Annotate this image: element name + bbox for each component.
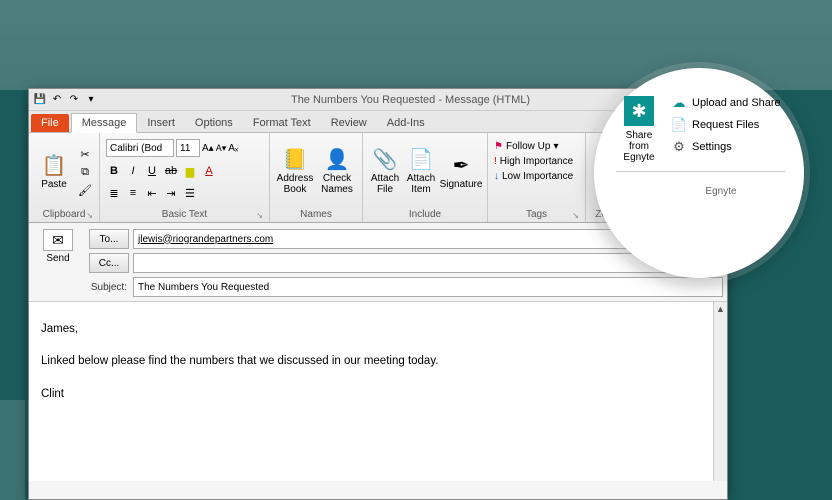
strike-icon[interactable]: ab [163,163,179,179]
gear-icon: ⚙ [672,140,686,154]
egnyte-callout: ✱ Share fromEgnyte ☁Upload and Share 📄Re… [594,68,804,278]
scrollbar[interactable]: ▲ [713,302,727,481]
upload-and-share-button[interactable]: ☁Upload and Share [672,96,786,110]
indent-left-icon[interactable]: ⇤ [144,185,160,201]
dialog-launcher-icon[interactable]: ↘ [572,211,579,220]
message-body[interactable]: James, Linked below please find the numb… [29,301,727,481]
bold-icon[interactable]: B [106,163,122,179]
send-button[interactable]: Send [46,253,69,264]
subject-label: Subject: [89,282,129,293]
group-clipboard: 📋 Paste ✂ ⧉ 🖌 Clipboard↘ [29,133,100,222]
group-basic-text: Calibri (Bod 11 A▴ A▾ Aₓ B I U ab ▆ A ≣ … [100,133,270,222]
check-names-button[interactable]: 👤Check Names [318,141,356,203]
send-icon[interactable]: ✉ [43,229,73,251]
low-importance-button[interactable]: ↓Low Importance [494,171,579,182]
font-color-icon[interactable]: A [201,163,217,179]
underline-icon[interactable]: U [144,163,160,179]
qat-more-icon[interactable]: ▾ [84,93,98,107]
numbering-icon[interactable]: ≡ [125,185,141,201]
to-button[interactable]: To... [89,229,129,249]
body-signoff: Clint [41,385,715,403]
tab-file[interactable]: File [31,114,69,132]
tab-insert[interactable]: Insert [137,114,185,132]
cc-button[interactable]: Cc... [89,253,129,273]
subject-field[interactable]: The Numbers You Requested [133,277,723,297]
align-icon[interactable]: ☰ [182,185,198,201]
shrink-font-icon[interactable]: A▾ [216,143,227,154]
document-icon: 📄 [672,118,686,132]
scroll-up-icon[interactable]: ▲ [714,302,727,316]
request-files-button[interactable]: 📄Request Files [672,118,786,132]
tab-format-text[interactable]: Format Text [243,114,321,132]
quick-access-toolbar: 💾 ↶ ↷ ▾ [33,93,98,107]
attach-item-button[interactable]: 📄Attach Item [405,141,437,203]
tab-message[interactable]: Message [71,113,138,133]
tab-add-ins[interactable]: Add-Ins [377,114,435,132]
down-arrow-icon: ↓ [494,171,499,182]
save-icon[interactable]: 💾 [33,93,47,107]
address-book-button[interactable]: 📒Address Book [276,141,314,203]
group-tags: ⚑Follow Up ▾ !High Importance ↓Low Impor… [488,133,586,222]
dialog-launcher-icon[interactable]: ↘ [86,211,93,220]
group-names: 📒Address Book 👤Check Names Names [270,133,363,222]
copy-icon[interactable]: ⧉ [77,164,93,180]
egnyte-icon: ✱ [624,96,654,126]
font-size-select[interactable]: 11 [176,139,200,157]
indent-right-icon[interactable]: ⇥ [163,185,179,201]
clear-format-icon[interactable]: Aₓ [228,143,238,154]
paste-button[interactable]: 📋 Paste [35,141,73,203]
check-names-icon: 👤 [325,149,350,173]
cut-icon[interactable]: ✂ [77,146,93,162]
flag-icon: ⚑ [494,141,503,152]
bullets-icon[interactable]: ≣ [106,185,122,201]
group-include: 📎Attach File 📄Attach Item ✒Signature Inc… [363,133,488,222]
grow-font-icon[interactable]: A▴ [202,143,214,154]
egnyte-group-label: Egnyte [616,186,786,197]
address-book-icon: 📒 [283,149,308,173]
paperclip-icon: 📎 [373,149,398,173]
tab-review[interactable]: Review [321,114,377,132]
font-name-select[interactable]: Calibri (Bod [106,139,174,157]
cloud-upload-icon: ☁ [672,96,686,110]
high-importance-button[interactable]: !High Importance [494,156,579,167]
settings-button[interactable]: ⚙Settings [672,140,786,154]
format-painter-icon[interactable]: 🖌 [77,182,93,198]
signature-button[interactable]: ✒Signature [441,141,481,203]
clipboard-icon: 📋 [42,155,67,179]
follow-up-button[interactable]: ⚑Follow Up ▾ [494,141,579,152]
share-from-egnyte-button[interactable]: ✱ Share fromEgnyte [616,96,662,163]
body-greeting: James, [41,320,715,338]
attach-item-icon: 📄 [409,149,434,173]
highlight-icon[interactable]: ▆ [182,163,198,179]
exclamation-icon: ! [494,156,497,167]
redo-icon[interactable]: ↷ [67,93,81,107]
dialog-launcher-icon[interactable]: ↘ [256,211,263,220]
tab-options[interactable]: Options [185,114,243,132]
italic-icon[interactable]: I [125,163,141,179]
signature-icon: ✒ [453,155,470,179]
undo-icon[interactable]: ↶ [50,93,64,107]
body-line: Linked below please find the numbers tha… [41,352,715,370]
attach-file-button[interactable]: 📎Attach File [369,141,401,203]
